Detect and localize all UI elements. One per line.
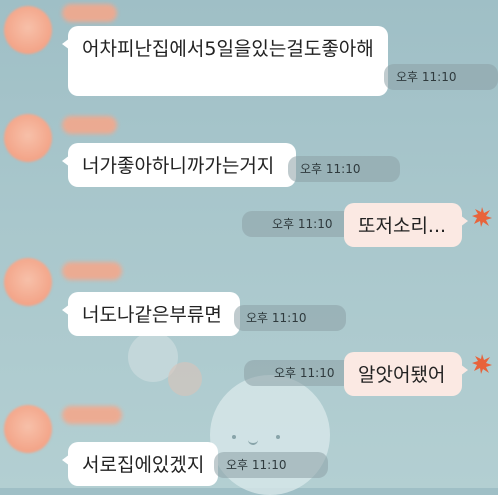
- message-text: 너가좋아하니까가는거지: [82, 155, 275, 177]
- sender-name: [62, 116, 117, 134]
- message-text: 어차피난집에서5일을있는걸도좋아해: [82, 38, 374, 60]
- message-text: 너도나같은부류면: [82, 304, 222, 326]
- sender-avatar[interactable]: [4, 405, 52, 453]
- message-bubble[interactable]: 알앗어됐어: [344, 352, 468, 396]
- message-time: 오후 11:10: [244, 360, 358, 386]
- message-bubble[interactable]: 너가좋아하니까가는거지: [62, 143, 296, 187]
- message-time: 오후 11:10: [384, 64, 498, 90]
- message-text: 알앗어됐어: [358, 364, 446, 386]
- message-text: 서로집에있겠지: [82, 454, 205, 476]
- message-bubble[interactable]: 너도나같은부류면: [62, 292, 240, 336]
- message-text: 또저소리...: [358, 215, 447, 237]
- message-time: 오후 11:10: [214, 452, 328, 478]
- message-bubble[interactable]: 서로집에있겠지: [62, 442, 218, 486]
- burst-icon: [472, 354, 492, 374]
- sender-name: [62, 262, 122, 280]
- burst-icon: [472, 207, 492, 227]
- sender-name: [62, 4, 117, 22]
- message-time: 오후 11:10: [234, 305, 346, 331]
- sender-avatar[interactable]: [4, 114, 52, 162]
- sender-name: [62, 406, 122, 424]
- background-circle: [168, 362, 202, 396]
- sender-avatar[interactable]: [4, 258, 52, 306]
- sender-avatar[interactable]: [4, 6, 52, 54]
- message-time: 오후 11:10: [242, 211, 360, 237]
- message-bubble[interactable]: 또저소리...: [344, 203, 468, 247]
- message-bubble[interactable]: 어차피난집에서5일을있는걸도좋아해: [62, 26, 388, 96]
- message-time: 오후 11:10: [288, 156, 400, 182]
